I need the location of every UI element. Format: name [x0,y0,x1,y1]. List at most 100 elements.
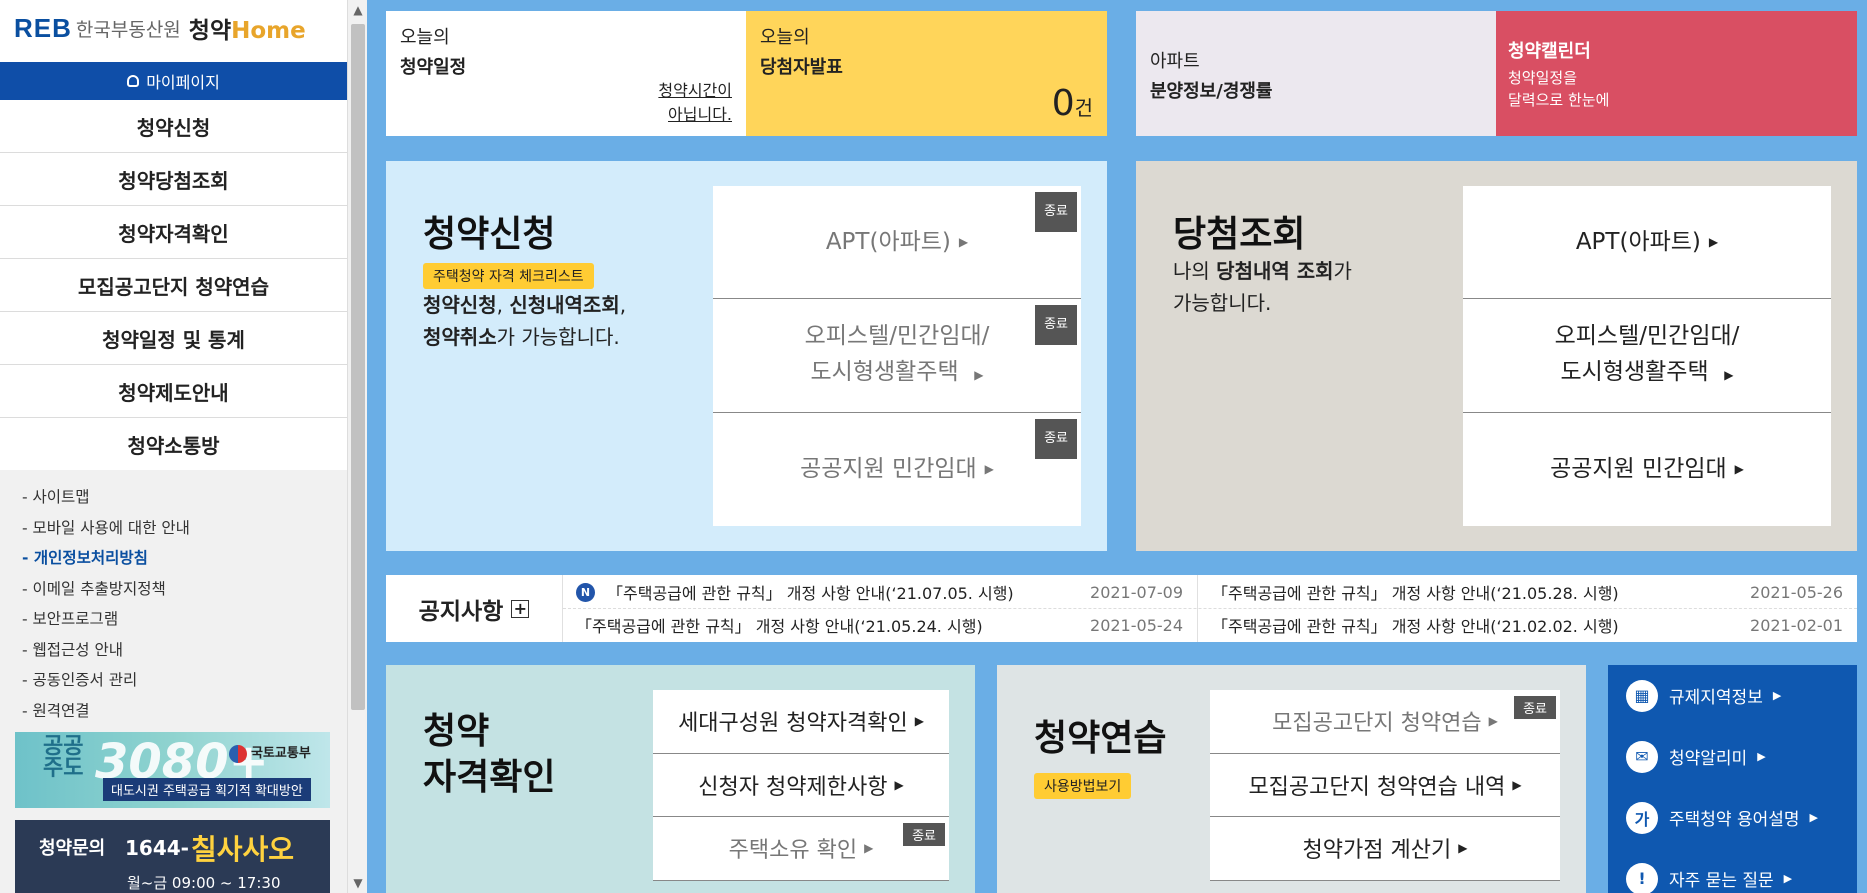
notice-item[interactable]: N 「주택공급에 관한 규칙」 개정 사항 안내(‘21.07.05. 시행) … [576,576,1197,608]
mypage-button[interactable]: 마이페이지 [0,62,347,100]
notice-bar: 공지사항 + N 「주택공급에 관한 규칙」 개정 사항 안내(‘21.07.05… [386,575,1857,642]
link-privacy-policy[interactable]: - 개인정보처리방침 [22,543,347,574]
quick-link-glossary[interactable]: 가 주택청약 용어설명 ▶ [1608,787,1857,848]
inquiry-label: 청약문의 [39,838,106,859]
scroll-up-arrow-icon[interactable]: ▲ [348,0,368,20]
apply-options: 종료 APT(아파트) ▶ 종료 오피스텔/민간임대/도시형생활주택 ▶ 종료 공… [713,186,1081,526]
checklist-badge[interactable]: 주택청약 자격 체크리스트 [423,263,594,289]
apt-info-label: 아파트 [1150,51,1200,72]
household-qualification-button[interactable]: 세대구성원 청약자격확인 ▶ [653,690,949,754]
triangle-right-icon: ▶ [1757,750,1766,763]
scroll-down-arrow-icon[interactable]: ▼ [348,873,368,893]
quick-link-faq[interactable]: ! 자주 묻는 질문 ▶ [1608,848,1857,893]
triangle-right-icon: ▶ [1716,367,1734,382]
menu-item-apply[interactable]: 청약신청 [0,100,347,153]
quick-links-panel: ▦ 규제지역정보 ▶ ✉ 청약알리미 ▶ 가 주택청약 용어설명 ▶ ! 자주 묻는 … [1608,665,1857,893]
notice-title: 「주택공급에 관한 규칙」 개정 사항 안내(‘21.02.02. 시행) [1212,617,1619,636]
menu-item-practice[interactable]: 모집공고단지 청약연습 [0,259,347,312]
score-calculator-button[interactable]: 청약가점 계산기 ▶ [1210,817,1560,881]
link-remote-support[interactable]: - 원격연결 [22,696,347,727]
link-mobile-guide[interactable]: - 모바일 사용에 대한 안내 [22,513,347,544]
inquiry-hours: 월~금 09:00 ~ 17:30 [127,874,281,892]
link-sitemap[interactable]: - 사이트맵 [22,482,347,513]
scrollbar-thumb[interactable] [351,24,365,710]
how-to-use-badge[interactable]: 사용방법보기 [1034,773,1132,799]
notice-date: 2021-05-24 [1090,615,1183,635]
triangle-right-icon: ▶ [1512,777,1522,792]
winner-officetel-button[interactable]: 오피스텔/민간임대/도시형생활주택 ▶ [1463,299,1831,413]
sidebar-menu: 청약신청 청약당첨조회 청약자격확인 모집공고단지 청약연습 청약일정 및 통계… [0,100,347,471]
triangle-right-icon: ▶ [1809,811,1818,824]
menu-item-winner-lookup[interactable]: 청약당첨조회 [0,153,347,206]
apply-apt-button[interactable]: 종료 APT(아파트) ▶ [713,186,1081,300]
link-certificate[interactable]: - 공동인증서 관리 [22,665,347,696]
quick-link-regulated-area[interactable]: ▦ 규제지역정보 ▶ [1608,665,1857,726]
link-accessibility[interactable]: - 웹접근성 안내 [22,635,347,666]
building-icon: ▦ [1626,679,1658,712]
triangle-right-icon: ▶ [958,235,969,250]
notice-item[interactable]: 「주택공급에 관한 규칙」 개정 사항 안내(‘21.05.28. 시행) 20… [1212,576,1857,608]
triangle-right-icon: ▶ [1772,689,1782,702]
notice-label[interactable]: 공지사항 + [386,575,563,642]
triangle-right-icon: ▶ [894,777,904,792]
policy-banner[interactable]: 공공 주도 3080+ 국토교통부 대도시권 주택공급 획기적 확대방안 [15,732,330,808]
inquiry-number: 칠사사오 [191,833,295,866]
logo-org-name: 한국부동산원 [75,18,181,41]
today-winners-card[interactable]: 오늘의 당첨자발표 0건 [746,11,1107,136]
menu-item-community[interactable]: 청약소통방 [0,418,347,471]
triangle-right-icon: ▶ [966,367,984,382]
today-winners-title: 당첨자발표 [760,57,843,78]
triangle-right-icon: ▶ [1488,714,1498,729]
winner-apt-button[interactable]: APT(아파트) ▶ [1463,186,1831,300]
logo-reb: REB [14,12,72,43]
mypage-label: 마이페이지 [146,73,220,92]
schedule-status-text: 청약시간이 아닙니다. [658,81,732,124]
menu-item-system-guide[interactable]: 청약제도안내 [0,365,347,418]
practice-list: 종료 모집공고단지 청약연습 ▶ 모집공고단지 청약연습 내역 ▶ 청약가점 계산기… [1210,690,1560,881]
inquiry-box: 청약문의 1644- 칠사사오 월~금 09:00 ~ 17:30 [15,820,330,893]
triangle-right-icon: ▶ [1783,872,1793,885]
apply-panel-title: 청약신청 [423,214,556,255]
today-schedule-card[interactable]: 오늘의 청약일정 청약시간이 아닙니다. [386,11,746,136]
banner-ministry: 국토교통부 [229,742,311,763]
user-icon [127,75,140,87]
ministry-emblem-icon [229,744,247,763]
menu-item-schedule-stats[interactable]: 청약일정 및 통계 [0,312,347,365]
logo-home: 청약Home [188,18,306,44]
closed-tag: 종료 [1035,418,1077,459]
plus-icon[interactable]: + [511,599,530,618]
apply-officetel-button[interactable]: 종료 오피스텔/민간임대/도시형생활주택 ▶ [713,299,1081,413]
winner-public-rental-button[interactable]: 공공지원 민간임대 ▶ [1463,413,1831,526]
notice-item[interactable]: 「주택공급에 관한 규칙」 개정 사항 안내(‘21.05.24. 시행) 20… [576,609,1197,641]
notice-divider-vertical [1197,575,1198,642]
applicant-restriction-button[interactable]: 신청자 청약제한사항 ▶ [653,754,949,817]
qualification-list: 세대구성원 청약자격확인 ▶ 신청자 청약제한사항 ▶ 종료 주택소유 확인 ▶ [653,690,949,881]
notice-item[interactable]: 「주택공급에 관한 규칙」 개정 사항 안내(‘21.02.02. 시행) 20… [1212,609,1857,641]
house-ownership-button[interactable]: 종료 주택소유 확인 ▶ [653,817,949,881]
winner-options: APT(아파트) ▶ 오피스텔/민간임대/도시형생활주택 ▶ 공공지원 민간임대 ▶ [1463,186,1831,526]
site-logo[interactable]: REB 한국부동산원 청약Home [14,10,306,46]
today-schedule-label: 오늘의 [400,27,450,48]
link-email-policy[interactable]: - 이메일 추출방지정책 [22,574,347,605]
ga-glyph-icon: 가 [1626,801,1658,834]
triangle-right-icon: ▶ [1458,841,1468,856]
closed-tag: 종료 [1035,192,1077,232]
apply-panel: 청약신청 주택청약 자격 체크리스트 청약신청, 신청내역조회, 청약취소가 가… [386,161,1107,551]
triangle-right-icon: ▶ [864,841,874,856]
sidebar-scrollbar[interactable]: ▲ ▼ [347,0,367,893]
apt-info-card[interactable]: 아파트 분양정보/경쟁률 [1136,11,1496,136]
link-security-program[interactable]: - 보안프로그램 [22,604,347,635]
apply-public-rental-button[interactable]: 종료 공공지원 민간임대 ▶ [713,413,1081,526]
winner-panel: 당첨조회 나의 당첨내역 조회가 가능합니다. APT(아파트) ▶ 오피스텔/민… [1136,161,1857,551]
triangle-right-icon: ▶ [1708,235,1719,250]
calendar-card[interactable]: 청약캘린더 청약일정을 달력으로 한눈에 [1496,11,1857,136]
practice-apply-button[interactable]: 종료 모집공고단지 청약연습 ▶ [1210,690,1560,754]
notice-date: 2021-05-26 [1750,582,1843,602]
quick-link-notifier[interactable]: ✉ 청약알리미 ▶ [1608,726,1857,787]
apply-panel-desc: 청약신청, 신청내역조회, 청약취소가 가능합니다. [423,293,627,349]
qualification-panel: 청약 자격확인 세대구성원 청약자격확인 ▶ 신청자 청약제한사항 ▶ 종료 주택소유… [386,665,975,893]
practice-title: 청약연습 [1034,718,1167,759]
practice-history-button[interactable]: 모집공고단지 청약연습 내역 ▶ [1210,754,1560,817]
closed-tag: 종료 [1514,696,1556,719]
menu-item-qualification[interactable]: 청약자격확인 [0,206,347,259]
